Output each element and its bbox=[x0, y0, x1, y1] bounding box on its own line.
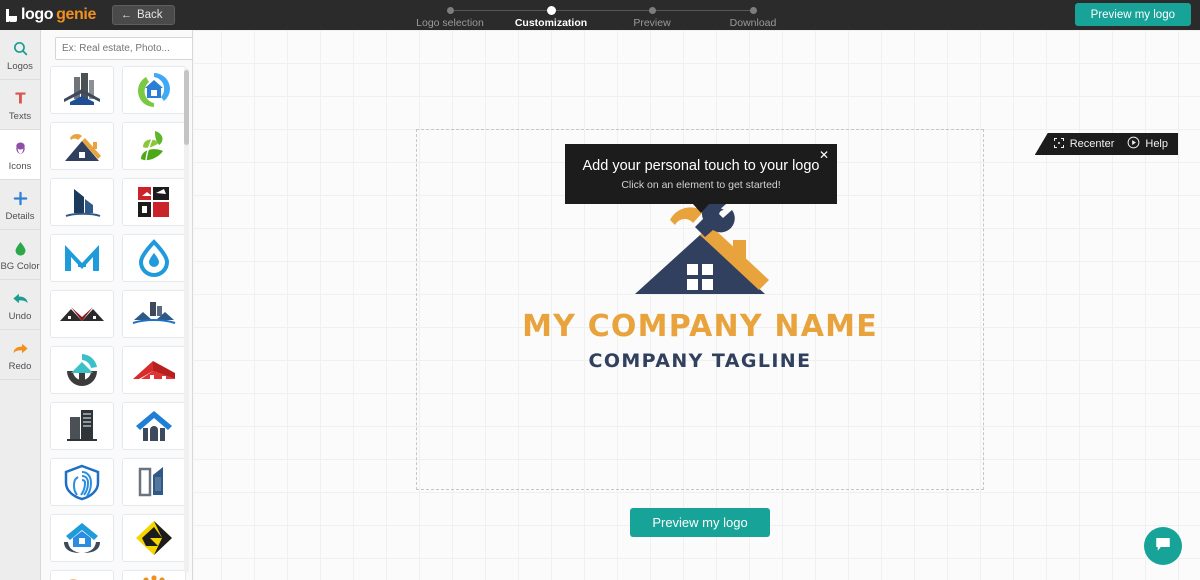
thumbnail-blue-roof-a-house-logo[interactable] bbox=[122, 402, 186, 450]
step-download[interactable]: Download bbox=[693, 3, 813, 29]
logo-canvas[interactable]: MY COMPANY NAME COMPANY TAGLINE Recenter bbox=[194, 30, 1200, 580]
thumbnail-blue-m-house-logo[interactable] bbox=[50, 234, 114, 282]
help-label: Help bbox=[1145, 138, 1168, 150]
recenter-label: Recenter bbox=[1069, 138, 1115, 150]
thumbnail-teal-circle-house-logo[interactable] bbox=[50, 346, 114, 394]
thumbnail-leaf-sprout-logo[interactable] bbox=[122, 122, 186, 170]
thumbnail-skyline-towers-logo[interactable] bbox=[50, 178, 114, 226]
progress-steps: Logo selection Customization Preview Dow… bbox=[406, 3, 796, 30]
sidebar-item-label: Undo bbox=[8, 310, 32, 322]
logo-artwork[interactable]: MY COMPANY NAME COMPANY TAGLINE bbox=[417, 202, 983, 372]
brand-text-genie: genie bbox=[56, 6, 96, 23]
sidebar-item-texts[interactable]: T Texts bbox=[0, 80, 40, 130]
close-icon[interactable]: ✕ bbox=[819, 149, 829, 161]
thumbnail-grey-blue-buildings-logo[interactable] bbox=[122, 458, 186, 506]
sidebar-item-label: Details bbox=[5, 210, 35, 222]
help-button[interactable]: Help bbox=[1127, 136, 1168, 152]
thumbnail-yellow-black-diamond-logo[interactable] bbox=[122, 514, 186, 562]
text-t-icon: T bbox=[12, 88, 29, 109]
chat-bubble-icon bbox=[1154, 535, 1172, 558]
thumbnail-roof-hammer-wrench-logo[interactable] bbox=[50, 122, 114, 170]
arrow-left-icon: ← bbox=[120, 8, 132, 21]
brand-logo: logo genie bbox=[6, 6, 96, 24]
recenter-button[interactable]: Recenter bbox=[1053, 137, 1115, 152]
thumbnail-red-roof-logo[interactable] bbox=[122, 346, 186, 394]
chat-button[interactable] bbox=[1144, 527, 1182, 565]
plus-icon bbox=[12, 188, 29, 209]
thumbnail-water-droplet-logo[interactable] bbox=[122, 234, 186, 282]
sidebar-item-label: Logos bbox=[7, 60, 33, 72]
house-hammer-wrench-icon[interactable] bbox=[625, 202, 775, 302]
sidebar-item-bg-color[interactable]: BG Color bbox=[0, 230, 40, 280]
thumbnail-dark-red-roof-logo[interactable] bbox=[50, 290, 114, 338]
preview-my-logo-main-button[interactable]: Preview my logo bbox=[630, 508, 770, 537]
tooltip-title: Add your personal touch to your logo bbox=[582, 158, 820, 174]
logo-thumbnail-panel bbox=[41, 30, 193, 580]
company-tagline-text[interactable]: COMPANY TAGLINE bbox=[588, 350, 811, 372]
tulip-icon bbox=[12, 138, 29, 159]
top-bar: logo genie ← Back Logo selection Customiz… bbox=[0, 0, 1200, 30]
thumbnail-orange-camera-logo[interactable] bbox=[50, 570, 114, 580]
crop-frame-icon bbox=[1053, 137, 1065, 152]
canvas-controls-bar: Recenter Help bbox=[1034, 133, 1178, 155]
back-button[interactable]: ← Back bbox=[111, 5, 175, 25]
thumbnail-red-black-blocks-house-logo[interactable] bbox=[122, 178, 186, 226]
brand-text-logo: logo bbox=[21, 6, 54, 23]
step-dot bbox=[546, 6, 556, 15]
search-input[interactable] bbox=[55, 37, 192, 60]
tooltip-subtitle: Click on an element to get started! bbox=[621, 179, 781, 191]
droplet-icon bbox=[12, 238, 29, 259]
step-dot bbox=[446, 7, 454, 14]
thumbnail-house-circle-swirl-logo[interactable] bbox=[122, 66, 186, 114]
sidebar-item-label: Texts bbox=[8, 110, 32, 122]
redo-arrow-icon bbox=[11, 338, 30, 359]
play-circle-icon bbox=[1127, 136, 1140, 152]
thumbnail-fingerprint-shield-logo[interactable] bbox=[50, 458, 114, 506]
company-name-text[interactable]: MY COMPANY NAME bbox=[522, 309, 878, 344]
sidebar-item-logos[interactable]: Logos bbox=[0, 30, 40, 80]
undo-arrow-icon bbox=[11, 288, 30, 309]
back-button-label: Back bbox=[136, 9, 163, 21]
step-label: Download bbox=[729, 17, 777, 29]
onboarding-tooltip: ✕ Add your personal touch to your logo C… bbox=[565, 144, 837, 213]
thumbnail-scrollbar-thumb[interactable] bbox=[184, 70, 189, 145]
step-dot bbox=[749, 7, 757, 14]
sidebar-item-undo[interactable]: Undo bbox=[0, 280, 40, 330]
thumbnail-orange-sunburst-logo[interactable] bbox=[122, 570, 186, 580]
search-bar bbox=[55, 37, 192, 60]
sidebar-item-label: Redo bbox=[8, 360, 32, 372]
step-dot bbox=[648, 7, 656, 14]
thumbnail-grey-towers-logo[interactable] bbox=[50, 402, 114, 450]
tool-sidebar: Logos T Texts Icons Details BG Color Und… bbox=[0, 30, 41, 580]
thumbnail-blue-town-skyline-logo[interactable] bbox=[122, 290, 186, 338]
thumbnail-hands-house-logo[interactable] bbox=[50, 514, 114, 562]
search-icon bbox=[12, 38, 29, 59]
sidebar-item-label: BG Color bbox=[0, 260, 40, 272]
sidebar-item-redo[interactable]: Redo bbox=[0, 330, 40, 380]
sidebar-item-details[interactable]: Details bbox=[0, 180, 40, 230]
preview-my-logo-top-button[interactable]: Preview my logo bbox=[1074, 3, 1191, 26]
thumbnail-buildings-roof-logo[interactable] bbox=[50, 66, 114, 114]
logogenie-mark-icon bbox=[6, 8, 17, 22]
thumbnail-grid bbox=[50, 66, 186, 580]
sidebar-item-label: Icons bbox=[8, 160, 32, 172]
sidebar-item-icons[interactable]: Icons bbox=[0, 130, 40, 180]
svg-text:T: T bbox=[15, 90, 26, 107]
